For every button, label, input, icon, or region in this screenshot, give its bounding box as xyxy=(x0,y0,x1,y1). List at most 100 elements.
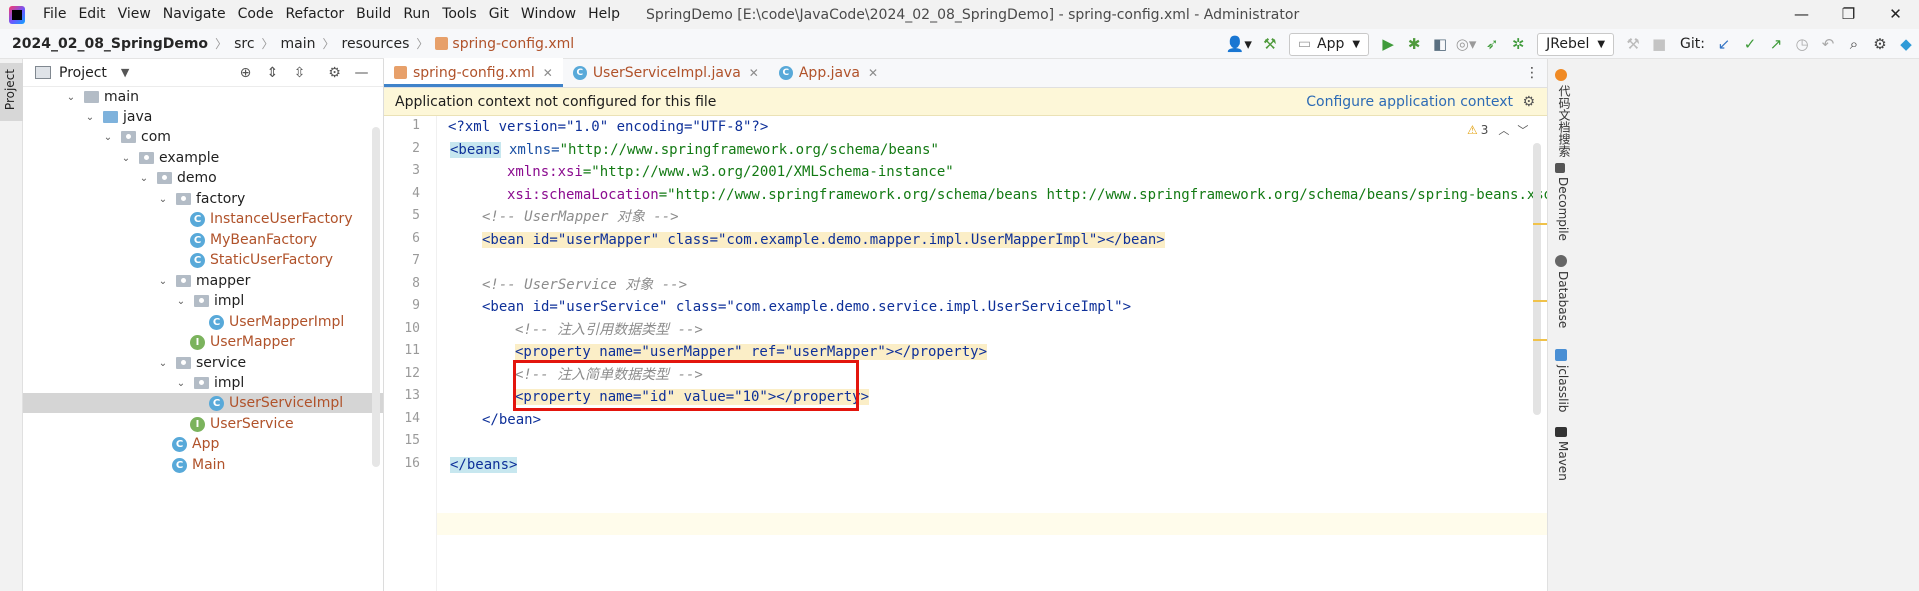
menu-refactor[interactable]: Refactor xyxy=(279,0,350,29)
breadcrumb-resources[interactable]: resources xyxy=(342,36,410,52)
menu-code[interactable]: Code xyxy=(232,0,280,29)
tree-item-user-mapper[interactable]: I UserMapper xyxy=(23,332,383,352)
menu-tools[interactable]: Tools xyxy=(436,0,483,29)
code-line-1[interactable]: <?xml version="1.0" encoding="UTF-8"?> xyxy=(448,116,768,138)
menu-git[interactable]: Git xyxy=(483,0,515,29)
coverage-icon[interactable]: ◧ xyxy=(1427,29,1453,59)
gear-icon[interactable]: ⚙ xyxy=(321,65,348,81)
jrebel-debug-icon[interactable]: ✲ xyxy=(1505,29,1531,59)
chevron-down-icon[interactable]: ⌄ xyxy=(64,92,78,103)
git-push-icon[interactable]: ↗ xyxy=(1763,29,1789,59)
code-line-5[interactable]: <!-- UserMapper 对象 --> xyxy=(482,206,679,228)
tool-decompile[interactable]: Decompile xyxy=(1556,177,1570,241)
git-update-icon[interactable]: ↙ xyxy=(1711,29,1737,59)
rebel-hammer-icon[interactable]: ⚒ xyxy=(1620,29,1646,59)
gear-icon[interactable]: ⚙ xyxy=(1522,94,1535,110)
menu-run[interactable]: Run xyxy=(397,0,436,29)
hide-panel-icon[interactable]: — xyxy=(348,65,375,81)
chevron-down-icon[interactable]: ⌄ xyxy=(174,378,188,389)
tree-item-app[interactable]: C App xyxy=(23,434,383,454)
breadcrumb-src[interactable]: src xyxy=(234,36,254,52)
inspection-widget[interactable]: ⚠ 3 ︿ ﹀ xyxy=(1467,122,1547,138)
tree-item-main[interactable]: ⌄ main xyxy=(23,87,383,107)
code-line-4[interactable]: xsi:schemaLocation="http://www.springfra… xyxy=(507,184,1569,206)
restore-button[interactable]: ❐ xyxy=(1825,0,1872,29)
chevron-down-icon[interactable]: ⌄ xyxy=(156,276,170,287)
chevron-down-icon[interactable]: ▼ xyxy=(121,66,129,79)
project-tool-window-button[interactable]: Project xyxy=(0,63,23,121)
tree-item-mapper[interactable]: ⌄ mapper xyxy=(23,271,383,291)
tree-item-example[interactable]: ⌄ example xyxy=(23,148,383,168)
profile-icon[interactable]: ◎▾ xyxy=(1453,29,1479,59)
tree-item-demo[interactable]: ⌄ demo xyxy=(23,168,383,188)
code-line-8[interactable]: <!-- UserService 对象 --> xyxy=(482,274,687,296)
build-hammer-icon[interactable]: ⚒ xyxy=(1257,29,1283,59)
menu-navigate[interactable]: Navigate xyxy=(157,0,232,29)
history-icon[interactable]: ◷ xyxy=(1789,29,1815,59)
code-line-2[interactable]: <beans xmlns="http://www.springframework… xyxy=(450,139,939,161)
project-panel-title[interactable]: Project xyxy=(59,65,107,81)
tool-doc-search[interactable]: 代码文档搜索 xyxy=(1556,85,1573,157)
close-icon[interactable]: ✕ xyxy=(868,66,878,80)
code-line-3[interactable]: xmlns:xsi="http://www.w3.org/2001/XMLSch… xyxy=(507,161,954,183)
search-icon[interactable]: ⌕ xyxy=(1841,29,1867,59)
tree-item-service-impl[interactable]: ⌄ impl xyxy=(23,373,383,393)
chevron-down-icon[interactable]: ⌄ xyxy=(156,358,170,369)
tab-spring-config-xml[interactable]: spring-config.xml ✕ xyxy=(384,58,563,87)
minimize-button[interactable]: — xyxy=(1778,0,1825,29)
project-scrollbar[interactable] xyxy=(372,127,380,467)
chevron-down-icon[interactable]: ⌄ xyxy=(83,112,97,123)
close-icon[interactable]: ✕ xyxy=(749,66,759,80)
tool-maven[interactable]: Maven xyxy=(1556,441,1570,481)
tab-user-service-impl[interactable]: C UserServiceImpl.java ✕ xyxy=(563,58,769,87)
code-line-16[interactable]: </beans> xyxy=(450,454,518,476)
tree-item-service[interactable]: ⌄ service xyxy=(23,353,383,373)
git-commit-icon[interactable]: ✓ xyxy=(1737,29,1763,59)
close-window-button[interactable]: ✕ xyxy=(1872,0,1919,29)
breadcrumb-main[interactable]: main xyxy=(281,36,316,52)
menu-edit[interactable]: Edit xyxy=(72,0,111,29)
tree-item-factory[interactable]: ⌄ factory xyxy=(23,189,383,209)
expand-all-icon[interactable]: ⇕ xyxy=(259,65,286,81)
jrebel-run-icon[interactable]: ➶ xyxy=(1479,29,1505,59)
rollback-icon[interactable]: ↶ xyxy=(1815,29,1841,59)
menu-build[interactable]: Build xyxy=(350,0,397,29)
warning-marker[interactable] xyxy=(1533,339,1547,341)
tree-item-user-service[interactable]: I UserService xyxy=(23,414,383,434)
run-config-select[interactable]: ▭ App ▼ xyxy=(1288,32,1370,56)
tree-item-main-class[interactable]: C Main xyxy=(23,455,383,475)
breadcrumb-project[interactable]: 2024_02_08_SpringDemo xyxy=(12,36,208,52)
breadcrumb-file[interactable]: spring-config.xml xyxy=(452,36,574,52)
tree-item-user-service-impl[interactable]: C UserServiceImpl xyxy=(23,393,383,413)
previous-highlight-icon[interactable]: ︿ xyxy=(1498,122,1509,138)
menu-window[interactable]: Window xyxy=(515,0,582,29)
settings-gear-icon[interactable]: ⚙ xyxy=(1867,29,1893,59)
next-highlight-icon[interactable]: ﹀ xyxy=(1517,122,1528,138)
chevron-down-icon[interactable]: ⌄ xyxy=(156,194,170,205)
menu-help[interactable]: Help xyxy=(582,0,626,29)
chevron-down-icon[interactable]: ⌄ xyxy=(137,173,151,184)
chevron-down-icon[interactable]: ⌄ xyxy=(174,296,188,307)
close-icon[interactable]: ✕ xyxy=(543,66,553,80)
user-icon[interactable]: 👤▾ xyxy=(1221,29,1257,59)
code-line-14[interactable]: </bean> xyxy=(482,409,541,431)
code-line-9[interactable]: <bean id="userService" class="com.exampl… xyxy=(482,296,1131,318)
tool-jclasslib[interactable]: jclasslib xyxy=(1556,365,1570,412)
editor-scrollbar[interactable] xyxy=(1533,143,1541,415)
menu-file[interactable]: File xyxy=(37,0,72,29)
tree-item-com[interactable]: ⌄ com xyxy=(23,127,383,147)
run-icon[interactable]: ▶ xyxy=(1375,29,1401,59)
configure-context-link[interactable]: Configure application context xyxy=(1306,94,1513,110)
menu-view[interactable]: View xyxy=(112,0,157,29)
code-line-10[interactable]: <!-- 注入引用数据类型 --> xyxy=(515,319,703,341)
chevron-down-icon[interactable]: ⌄ xyxy=(101,132,115,143)
collapse-all-icon[interactable]: ⇳ xyxy=(286,65,313,81)
plugin-icon[interactable]: ◆ xyxy=(1893,29,1919,59)
chevron-down-icon[interactable]: ⌄ xyxy=(119,153,133,164)
tree-item-java[interactable]: ⌄ java xyxy=(23,107,383,127)
tool-database[interactable]: Database xyxy=(1556,271,1570,328)
locate-icon[interactable]: ⊕ xyxy=(232,65,259,81)
tree-item-mapper-impl[interactable]: ⌄ impl xyxy=(23,291,383,311)
tree-item-user-mapper-impl[interactable]: C UserMapperImpl xyxy=(23,312,383,332)
stop-icon[interactable]: ■ xyxy=(1646,29,1672,59)
